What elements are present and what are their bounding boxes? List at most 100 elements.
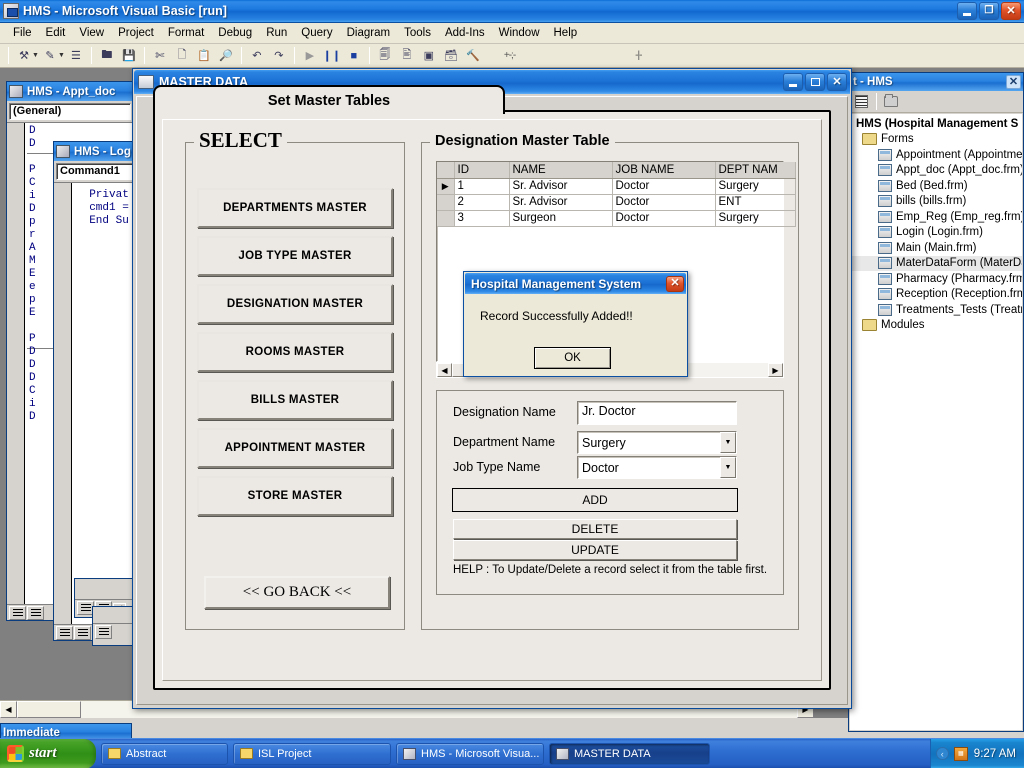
bills-master-button[interactable]: BILLS MASTER	[197, 380, 393, 420]
menu-view[interactable]: View	[72, 25, 111, 41]
cell-name[interactable]: Sr. Advisor	[509, 194, 613, 211]
toolbox-icon[interactable]: 🔨	[463, 46, 483, 66]
delete-button[interactable]: DELETE	[453, 519, 737, 539]
cell-name[interactable]: Sr. Advisor	[509, 178, 613, 195]
object-browser-icon[interactable]: 🗃	[441, 46, 461, 66]
scroll-right-icon[interactable]: ▶	[768, 363, 783, 377]
menu-edit[interactable]: Edit	[39, 25, 73, 41]
message-box[interactable]: Hospital Management System ✕ Record Succ…	[463, 271, 688, 377]
cell-job-name[interactable]: Doctor	[612, 210, 716, 227]
chevron-down-icon[interactable]: ▼	[720, 457, 736, 478]
cell-job-name[interactable]: Doctor	[612, 194, 716, 211]
taskbar-item-visual-basic[interactable]: HMS - Microsoft Visua...	[396, 742, 544, 765]
department-name-select[interactable]: Surgery ▼	[577, 431, 737, 454]
cell-id[interactable]: 3	[454, 210, 510, 227]
master-data-window[interactable]: MASTER DATA ✕ Set Master Tables SELECT D…	[132, 68, 852, 709]
grid-col-name[interactable]: NAME	[509, 162, 613, 179]
update-button[interactable]: UPDATE	[453, 540, 737, 560]
procedure-view-icon[interactable]	[56, 625, 73, 640]
object-combo[interactable]: (General)	[9, 103, 131, 120]
taskbar-item-master-data[interactable]: MASTER DATA	[549, 742, 710, 765]
cell-dept-name[interactable]: Surgery	[715, 178, 796, 195]
go-back-button[interactable]: << GO BACK <<	[204, 576, 390, 609]
open-project-icon[interactable]: 🖿	[97, 46, 117, 66]
tree-node-forms[interactable]: Forms	[850, 132, 1022, 148]
menu-debug[interactable]: Debug	[211, 25, 259, 41]
add-button[interactable]: ADD	[452, 488, 738, 512]
taskbar-item-abstract[interactable]: Abstract	[101, 742, 228, 765]
chevron-down-icon[interactable]: ▼	[720, 432, 736, 453]
start-button[interactable]: start	[0, 738, 96, 768]
start-icon[interactable]: ▶	[300, 46, 320, 66]
cell-dept-name[interactable]: ENT	[715, 194, 796, 211]
tree-item-form[interactable]: Treatments_Tests (Treatm	[850, 302, 1022, 318]
properties-window-icon[interactable]: 🖹	[397, 46, 417, 66]
tree-item-form[interactable]: Appointment (Appointment	[850, 147, 1022, 163]
appointment-master-button[interactable]: APPOINTMENT MASTER	[197, 428, 393, 468]
menu-help[interactable]: Help	[547, 25, 585, 41]
scroll-left-icon[interactable]: ◀	[0, 701, 17, 718]
menu-file[interactable]: File	[6, 25, 39, 41]
designation-master-button[interactable]: DESIGNATION MASTER	[197, 284, 393, 324]
redo-icon[interactable]: ↷	[269, 46, 289, 66]
full-module-view-icon[interactable]	[74, 625, 91, 640]
undo-icon[interactable]: ↶	[247, 46, 267, 66]
menu-editor-icon[interactable]: ☰	[66, 46, 86, 66]
tree-node-modules[interactable]: Modules	[850, 318, 1022, 334]
grid-col-id[interactable]: ID	[454, 162, 510, 179]
close-icon[interactable]: ✕	[827, 73, 847, 91]
departments-master-button[interactable]: DEPARTMENTS MASTER	[197, 188, 393, 228]
tree-item-form[interactable]: Reception (Reception.frm)	[850, 287, 1022, 303]
find-icon[interactable]: 🔎	[216, 46, 236, 66]
menu-format[interactable]: Format	[161, 25, 211, 41]
table-row[interactable]: 3 Surgeon Doctor Surgery	[437, 210, 796, 227]
tree-item-form[interactable]: Bed (Bed.frm)	[850, 178, 1022, 194]
tree-item-form-selected[interactable]: MaterDataForm (MaterDat	[850, 255, 1022, 271]
cell-job-name[interactable]: Doctor	[612, 178, 716, 195]
grid-col-dept-name[interactable]: DEPT NAM	[715, 162, 796, 179]
add-form-icon[interactable]: ✎	[40, 46, 60, 66]
close-icon[interactable]: ✕	[1006, 75, 1021, 89]
add-project-icon[interactable]: ⚒	[14, 46, 34, 66]
menu-add-ins[interactable]: Add-Ins	[438, 25, 492, 41]
menu-run[interactable]: Run	[259, 25, 294, 41]
scroll-left-icon[interactable]: ◀	[437, 363, 452, 377]
designation-name-input[interactable]: Jr. Doctor	[577, 401, 737, 425]
taskbar-item-isl-project[interactable]: ISL Project	[233, 742, 391, 765]
form-layout-icon[interactable]: ▣	[419, 46, 439, 66]
cell-dept-name[interactable]: Surgery	[715, 210, 796, 227]
menu-query[interactable]: Query	[294, 25, 339, 41]
tree-item-form[interactable]: Pharmacy (Pharmacy.frm)	[850, 271, 1022, 287]
cell-id[interactable]: 2	[454, 194, 510, 211]
rooms-master-button[interactable]: ROOMS MASTER	[197, 332, 393, 372]
full-module-view-icon[interactable]	[95, 624, 112, 639]
tree-item-form[interactable]: Appt_doc (Appt_doc.frm)	[850, 163, 1022, 179]
paste-icon[interactable]: 📋	[194, 46, 214, 66]
chevron-left-icon[interactable]: ‹	[935, 747, 949, 760]
scroll-thumb[interactable]	[17, 701, 81, 718]
grid-col-job-name[interactable]: JOB NAME	[612, 162, 716, 179]
break-icon[interactable]: ❙❙	[322, 46, 342, 66]
menu-window[interactable]: Window	[492, 25, 547, 41]
save-project-icon[interactable]: 💾	[119, 46, 139, 66]
store-master-button[interactable]: STORE MASTER	[197, 476, 393, 516]
tree-item-form[interactable]: bills (bills.frm)	[850, 194, 1022, 210]
copy-icon[interactable]: 🗋	[172, 46, 192, 66]
project-explorer-icon[interactable]: 🗐	[375, 46, 395, 66]
end-icon[interactable]: ■	[344, 46, 364, 66]
cell-name[interactable]: Surgeon	[509, 210, 613, 227]
tree-item-form[interactable]: Main (Main.frm)	[850, 240, 1022, 256]
table-row[interactable]: ▶ 1 Sr. Advisor Doctor Surgery	[437, 178, 796, 195]
tray-app-icon[interactable]: ▦	[953, 746, 968, 761]
table-row[interactable]: 2 Sr. Advisor Doctor ENT	[437, 194, 796, 211]
tree-node-project[interactable]: HMS (Hospital Management S	[850, 116, 1022, 132]
view-code-icon[interactable]	[851, 92, 871, 111]
toggle-folders-icon[interactable]	[881, 92, 901, 111]
clock[interactable]: 9:27 AM	[974, 748, 1016, 760]
close-icon[interactable]: ✕	[666, 275, 684, 292]
cell-id[interactable]: 1	[454, 178, 510, 195]
project-tree[interactable]: HMS (Hospital Management S Forms Appoint…	[850, 114, 1022, 730]
menu-diagram[interactable]: Diagram	[340, 25, 397, 41]
restore-icon[interactable]: ❐	[979, 2, 999, 20]
menu-project[interactable]: Project	[111, 25, 161, 41]
